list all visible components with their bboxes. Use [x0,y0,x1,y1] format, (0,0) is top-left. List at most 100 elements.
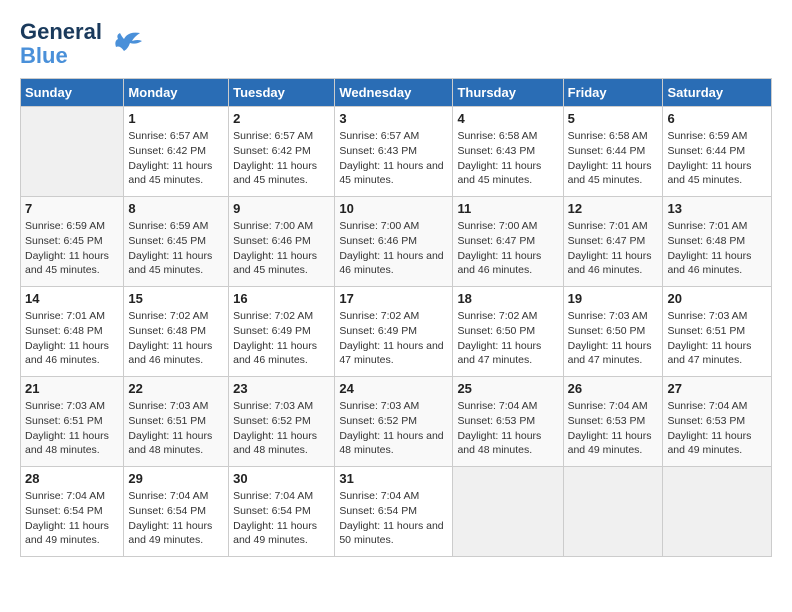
logo-bird-icon [106,29,144,59]
day-number: 1 [128,111,224,126]
day-number: 25 [457,381,558,396]
day-info: Sunrise: 7:01 AM Sunset: 6:48 PM Dayligh… [667,219,767,278]
day-info: Sunrise: 7:04 AM Sunset: 6:53 PM Dayligh… [667,399,767,458]
weekday-header-friday: Friday [563,79,663,107]
day-info: Sunrise: 6:57 AM Sunset: 6:42 PM Dayligh… [233,129,330,188]
day-number: 4 [457,111,558,126]
calendar-cell: 1 Sunrise: 6:57 AM Sunset: 6:42 PM Daylig… [124,107,229,197]
calendar-cell: 29 Sunrise: 7:04 AM Sunset: 6:54 PM Dayli… [124,467,229,557]
day-info: Sunrise: 7:00 AM Sunset: 6:46 PM Dayligh… [233,219,330,278]
day-info: Sunrise: 7:04 AM Sunset: 6:54 PM Dayligh… [128,489,224,548]
calendar-cell: 19 Sunrise: 7:03 AM Sunset: 6:50 PM Dayli… [563,287,663,377]
day-number: 29 [128,471,224,486]
weekday-header-tuesday: Tuesday [229,79,335,107]
day-number: 23 [233,381,330,396]
day-number: 30 [233,471,330,486]
calendar-cell: 27 Sunrise: 7:04 AM Sunset: 6:53 PM Dayli… [663,377,772,467]
day-info: Sunrise: 6:59 AM Sunset: 6:45 PM Dayligh… [128,219,224,278]
calendar-cell: 7Sunrise: 6:59 AM Sunset: 6:45 PM Daylig… [21,197,124,287]
day-number: 3 [339,111,448,126]
day-info: Sunrise: 7:01 AM Sunset: 6:48 PM Dayligh… [25,309,119,368]
day-number: 17 [339,291,448,306]
calendar-cell: 30 Sunrise: 7:04 AM Sunset: 6:54 PM Dayli… [229,467,335,557]
day-number: 9 [233,201,330,216]
day-number: 27 [667,381,767,396]
day-number: 16 [233,291,330,306]
calendar-cell: 10Sunrise: 7:00 AM Sunset: 6:46 PM Dayli… [335,197,453,287]
day-number: 12 [568,201,659,216]
day-number: 18 [457,291,558,306]
day-info: Sunrise: 7:03 AM Sunset: 6:51 PM Dayligh… [25,399,119,458]
day-info: Sunrise: 6:57 AM Sunset: 6:43 PM Dayligh… [339,129,448,188]
calendar-cell: 14 Sunrise: 7:01 AM Sunset: 6:48 PM Dayli… [21,287,124,377]
day-info: Sunrise: 7:03 AM Sunset: 6:50 PM Dayligh… [568,309,659,368]
calendar-cell: 12 Sunrise: 7:01 AM Sunset: 6:47 PM Dayli… [563,197,663,287]
day-info: Sunrise: 6:57 AM Sunset: 6:42 PM Dayligh… [128,129,224,188]
day-info: Sunrise: 6:59 AM Sunset: 6:45 PM Dayligh… [25,219,119,278]
day-info: Sunrise: 7:00 AM Sunset: 6:47 PM Dayligh… [457,219,558,278]
day-number: 6 [667,111,767,126]
page-header: GeneralBlue [20,20,772,68]
day-number: 14 [25,291,119,306]
calendar-cell [663,467,772,557]
calendar-cell: 22 Sunrise: 7:03 AM Sunset: 6:51 PM Dayli… [124,377,229,467]
day-number: 22 [128,381,224,396]
weekday-header-thursday: Thursday [453,79,563,107]
calendar-cell: 25Sunrise: 7:04 AM Sunset: 6:53 PM Dayli… [453,377,563,467]
day-info: Sunrise: 7:04 AM Sunset: 6:54 PM Dayligh… [339,489,448,548]
calendar-cell: 15 Sunrise: 7:02 AM Sunset: 6:48 PM Dayli… [124,287,229,377]
calendar-cell: 26Sunrise: 7:04 AM Sunset: 6:53 PM Dayli… [563,377,663,467]
calendar-cell: 17 Sunrise: 7:02 AM Sunset: 6:49 PM Dayli… [335,287,453,377]
calendar-cell: 20 Sunrise: 7:03 AM Sunset: 6:51 PM Dayli… [663,287,772,377]
calendar-cell: 16 Sunrise: 7:02 AM Sunset: 6:49 PM Dayli… [229,287,335,377]
calendar-table: SundayMondayTuesdayWednesdayThursdayFrid… [20,78,772,557]
calendar-cell: 9 Sunrise: 7:00 AM Sunset: 6:46 PM Daylig… [229,197,335,287]
day-number: 19 [568,291,659,306]
calendar-cell: 6 Sunrise: 6:59 AM Sunset: 6:44 PM Daylig… [663,107,772,197]
day-info: Sunrise: 7:00 AM Sunset: 6:46 PM Dayligh… [339,219,448,278]
day-info: Sunrise: 7:01 AM Sunset: 6:47 PM Dayligh… [568,219,659,278]
day-info: Sunrise: 6:58 AM Sunset: 6:44 PM Dayligh… [568,129,659,188]
calendar-cell [21,107,124,197]
calendar-cell: 5 Sunrise: 6:58 AM Sunset: 6:44 PM Daylig… [563,107,663,197]
calendar-cell: 11 Sunrise: 7:00 AM Sunset: 6:47 PM Dayli… [453,197,563,287]
weekday-header-wednesday: Wednesday [335,79,453,107]
calendar-cell: 21 Sunrise: 7:03 AM Sunset: 6:51 PM Dayli… [21,377,124,467]
calendar-cell [563,467,663,557]
day-number: 20 [667,291,767,306]
day-info: Sunrise: 7:03 AM Sunset: 6:51 PM Dayligh… [667,309,767,368]
weekday-header-sunday: Sunday [21,79,124,107]
calendar-cell: 18 Sunrise: 7:02 AM Sunset: 6:50 PM Dayli… [453,287,563,377]
calendar-cell: 28 Sunrise: 7:04 AM Sunset: 6:54 PM Dayli… [21,467,124,557]
day-info: Sunrise: 6:58 AM Sunset: 6:43 PM Dayligh… [457,129,558,188]
day-info: Sunrise: 7:02 AM Sunset: 6:49 PM Dayligh… [233,309,330,368]
day-number: 15 [128,291,224,306]
day-number: 11 [457,201,558,216]
calendar-cell: 23Sunrise: 7:03 AM Sunset: 6:52 PM Dayli… [229,377,335,467]
calendar-cell: 4 Sunrise: 6:58 AM Sunset: 6:43 PM Daylig… [453,107,563,197]
day-number: 21 [25,381,119,396]
weekday-header-saturday: Saturday [663,79,772,107]
weekday-header-monday: Monday [124,79,229,107]
calendar-cell [453,467,563,557]
day-number: 28 [25,471,119,486]
day-info: Sunrise: 7:03 AM Sunset: 6:51 PM Dayligh… [128,399,224,458]
day-number: 2 [233,111,330,126]
day-info: Sunrise: 7:02 AM Sunset: 6:48 PM Dayligh… [128,309,224,368]
calendar-cell: 3 Sunrise: 6:57 AM Sunset: 6:43 PM Daylig… [335,107,453,197]
calendar-cell: 8 Sunrise: 6:59 AM Sunset: 6:45 PM Daylig… [124,197,229,287]
calendar-cell: 24 Sunrise: 7:03 AM Sunset: 6:52 PM Dayli… [335,377,453,467]
day-info: Sunrise: 6:59 AM Sunset: 6:44 PM Dayligh… [667,129,767,188]
calendar-cell: 13Sunrise: 7:01 AM Sunset: 6:48 PM Dayli… [663,197,772,287]
logo-text: GeneralBlue [20,20,102,68]
day-number: 26 [568,381,659,396]
day-number: 5 [568,111,659,126]
calendar-cell: 31Sunrise: 7:04 AM Sunset: 6:54 PM Dayli… [335,467,453,557]
day-info: Sunrise: 7:03 AM Sunset: 6:52 PM Dayligh… [339,399,448,458]
day-info: Sunrise: 7:04 AM Sunset: 6:54 PM Dayligh… [25,489,119,548]
day-number: 24 [339,381,448,396]
day-info: Sunrise: 7:02 AM Sunset: 6:50 PM Dayligh… [457,309,558,368]
day-info: Sunrise: 7:04 AM Sunset: 6:54 PM Dayligh… [233,489,330,548]
day-number: 8 [128,201,224,216]
day-info: Sunrise: 7:02 AM Sunset: 6:49 PM Dayligh… [339,309,448,368]
